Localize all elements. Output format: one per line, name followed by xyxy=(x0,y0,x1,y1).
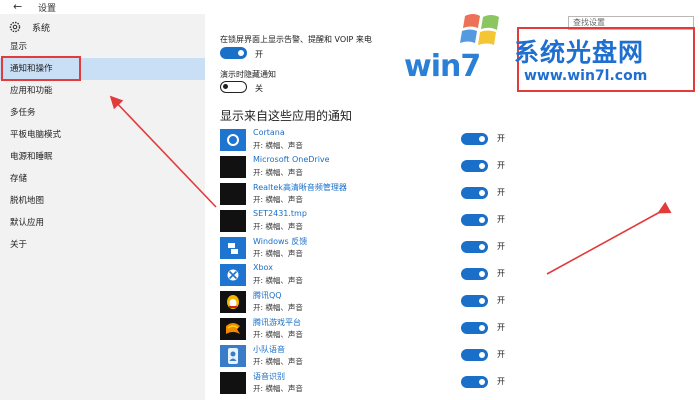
watermark-url: www.win7l.com xyxy=(524,68,648,84)
windows-logo-watermark xyxy=(460,14,499,45)
annotation-arrow xyxy=(546,201,672,275)
annotation-arrow xyxy=(109,95,217,208)
watermark-brand: win7 xyxy=(404,49,481,84)
watermark-site-name: 系统光盘网 xyxy=(514,38,645,67)
